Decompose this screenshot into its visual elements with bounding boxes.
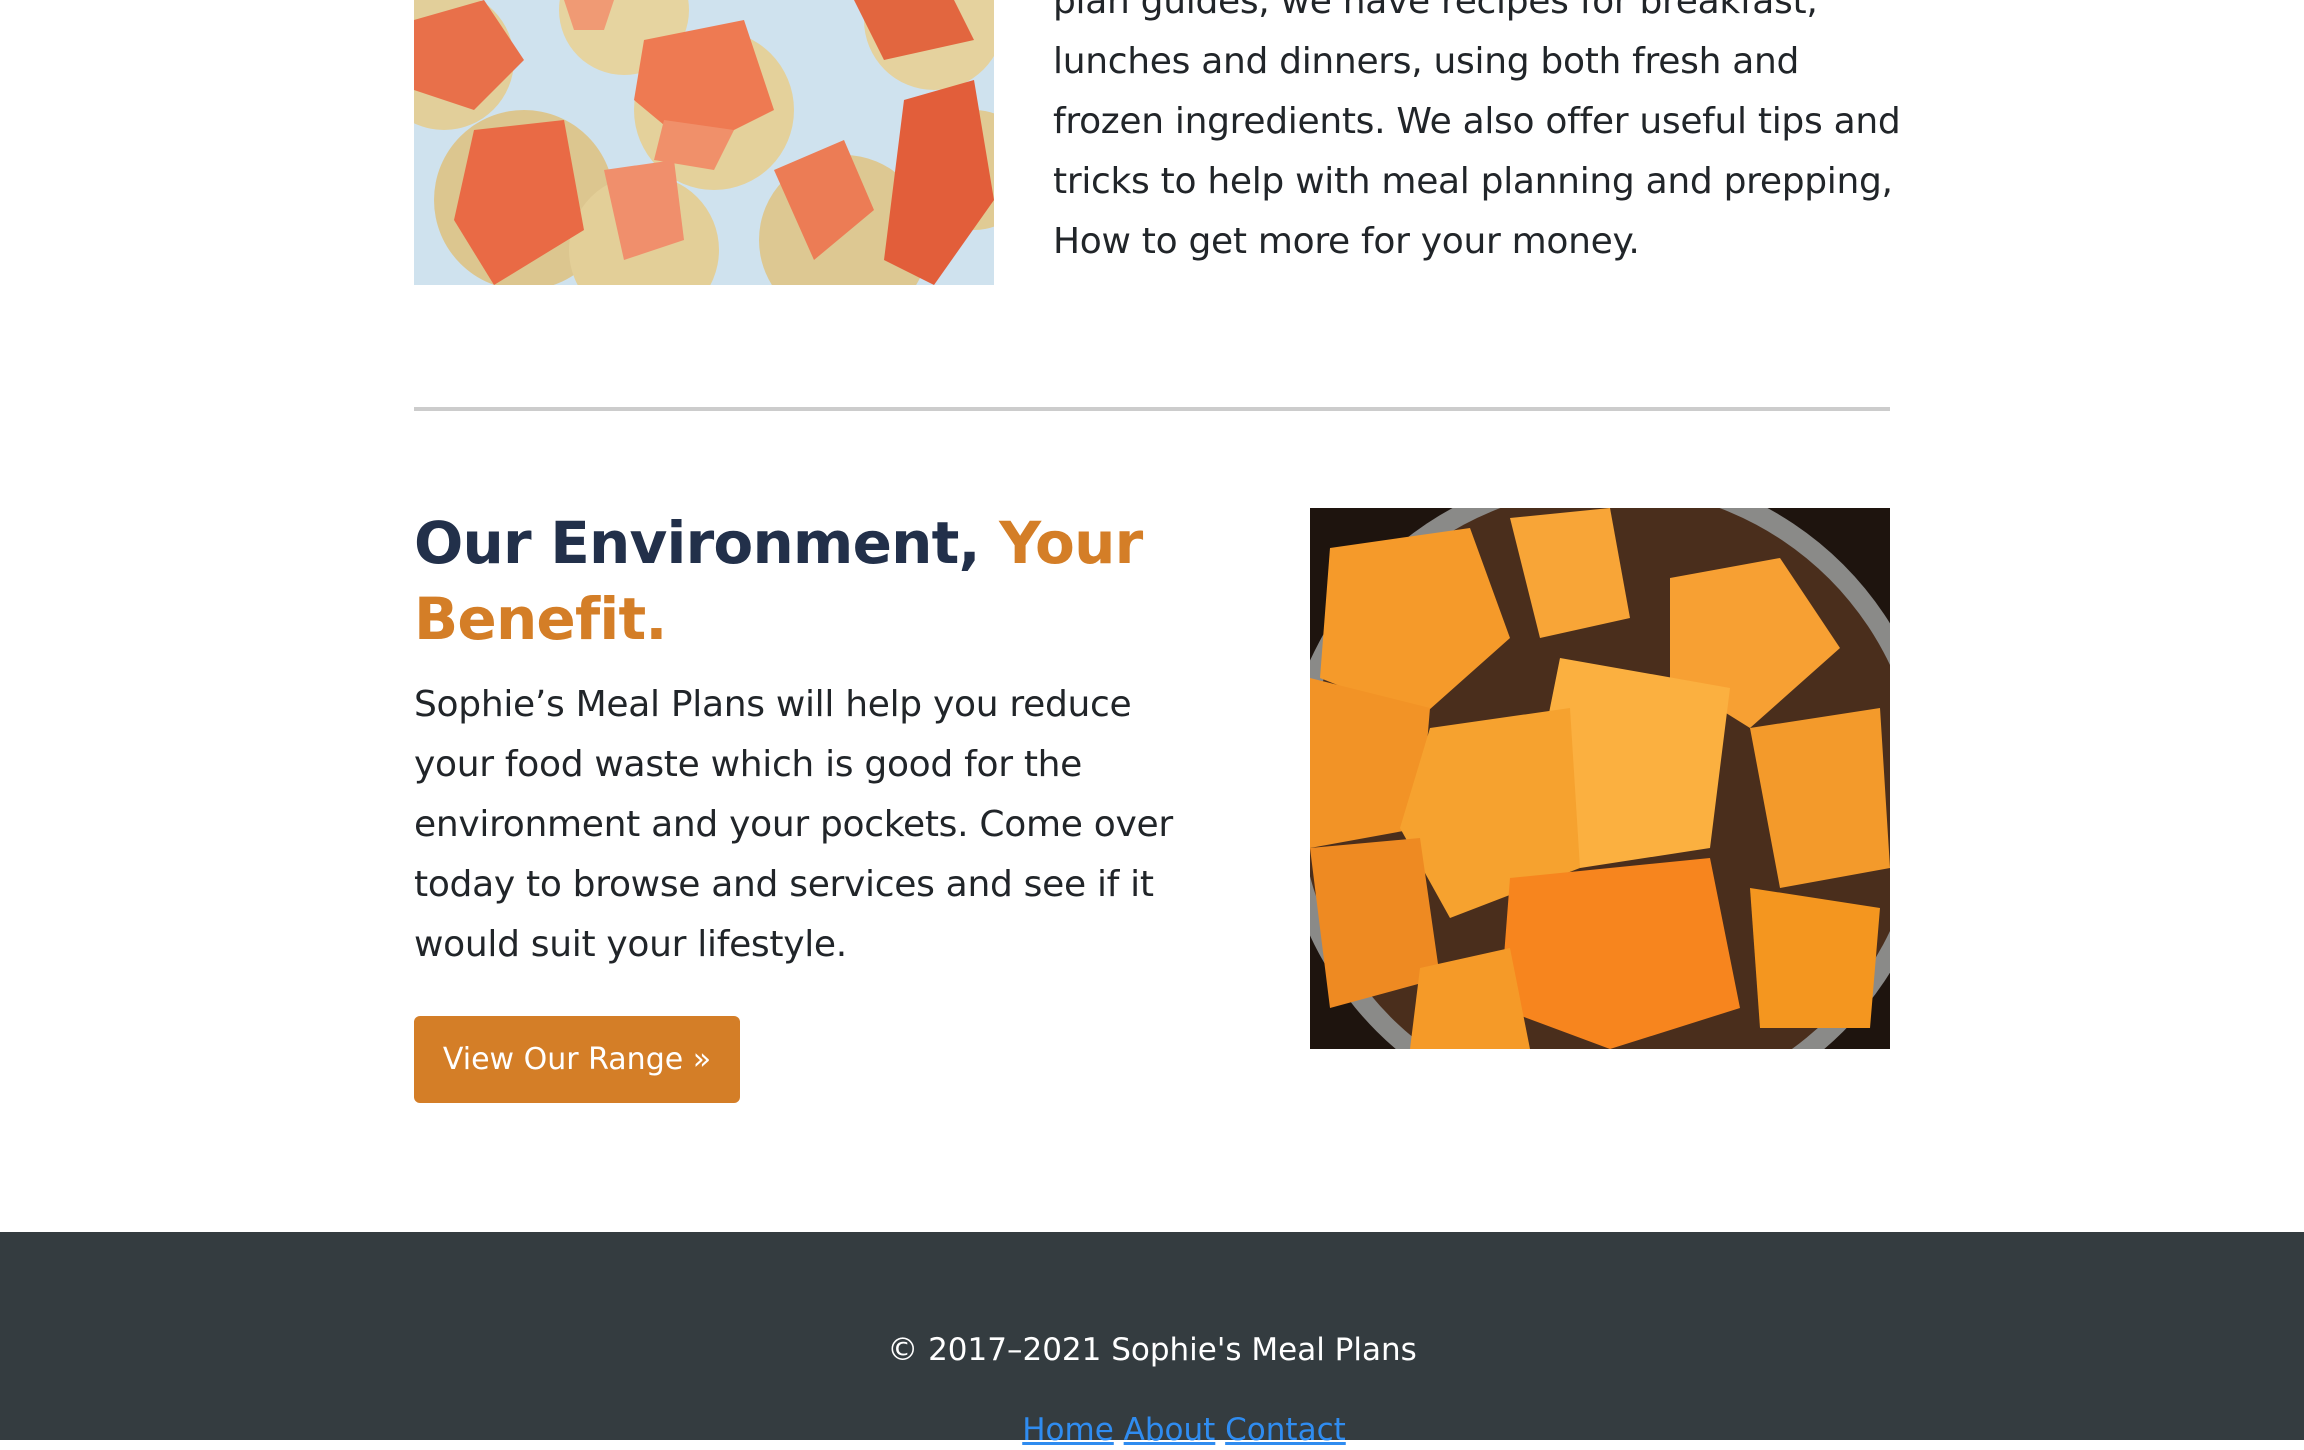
squash-pot-image xyxy=(1310,508,1890,1049)
section-divider xyxy=(414,407,1890,411)
intro-text-block: plan guides, we have recipes for breakfa… xyxy=(1053,0,1913,272)
view-range-button[interactable]: View Our Range » xyxy=(414,1016,740,1103)
footer-nav: Home About Contact xyxy=(0,1410,2304,1450)
salmon-crackers-image xyxy=(414,0,994,285)
environment-heading-main: Our Environment, xyxy=(414,509,981,577)
environment-paragraph: Sophie’s Meal Plans will help you reduce… xyxy=(414,684,1173,965)
footer-link-about[interactable]: About xyxy=(1124,1412,1216,1448)
footer-copyright: © 2017–2021 Sophie's Meal Plans xyxy=(887,1332,1417,1368)
footer-link-contact[interactable]: Contact xyxy=(1225,1412,1346,1448)
footer-link-home[interactable]: Home xyxy=(1022,1412,1114,1448)
environment-heading: Our Environment, Your Benefit. xyxy=(414,505,1174,657)
intro-paragraph: plan guides, we have recipes for breakfa… xyxy=(1053,0,1901,262)
